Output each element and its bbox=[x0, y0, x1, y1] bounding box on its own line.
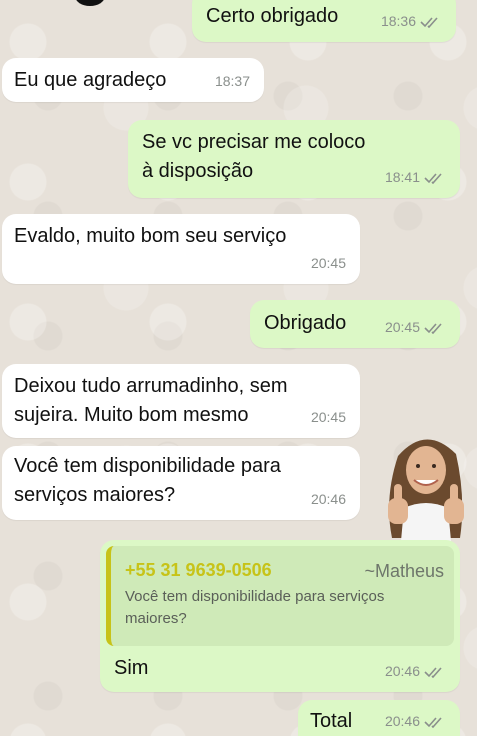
message-outgoing[interactable]: Obrigado 20:45 bbox=[250, 300, 460, 348]
quote-phone: +55 31 9639-0506 bbox=[125, 560, 272, 580]
message-meta: 20:46 bbox=[385, 657, 446, 686]
double-check-icon bbox=[424, 716, 442, 728]
message-text: Deixou tudo arrumadinho, sem sujeira. Mu… bbox=[14, 375, 288, 426]
message-outgoing-reply[interactable]: +55 31 9639-0506 ~Matheus Você tem dispo… bbox=[100, 540, 460, 692]
message-time: 20:46 bbox=[384, 713, 420, 729]
message-time: 20:45 bbox=[384, 319, 420, 335]
message-meta: 20:46 bbox=[385, 707, 446, 736]
message-meta: 20:45 bbox=[385, 313, 446, 342]
message-incoming[interactable]: Eu que agradeço 18:37 bbox=[2, 58, 264, 102]
message-outgoing[interactable]: Total 20:46 bbox=[298, 700, 460, 736]
double-check-icon bbox=[424, 172, 442, 184]
message-meta: 18:37 bbox=[215, 67, 250, 96]
message-time: 20:45 bbox=[310, 409, 346, 425]
message-text: Sim bbox=[114, 657, 149, 679]
message-meta: 18:36 bbox=[381, 7, 442, 36]
message-incoming[interactable]: Evaldo, muito bom seu serviço 20:45 bbox=[2, 214, 360, 284]
double-check-icon bbox=[424, 666, 442, 678]
message-time: 20:46 bbox=[310, 491, 346, 507]
message-time: 18:36 bbox=[380, 13, 416, 29]
double-check-icon bbox=[420, 16, 438, 28]
quote-sender-name: ~Matheus bbox=[364, 561, 444, 581]
message-time: 20:45 bbox=[310, 255, 346, 271]
message-meta: 20:46 bbox=[311, 485, 346, 514]
reply-quote[interactable]: +55 31 9639-0506 ~Matheus Você tem dispo… bbox=[106, 546, 454, 646]
message-time: 20:46 bbox=[384, 663, 420, 679]
message-text: Evaldo, muito bom seu serviço bbox=[14, 225, 287, 247]
double-check-icon bbox=[424, 322, 442, 334]
message-text: Você tem disponibilidade para serviços m… bbox=[14, 455, 281, 506]
message-meta: 20:45 bbox=[311, 403, 346, 432]
message-meta: 20:45 bbox=[311, 249, 346, 278]
message-outgoing[interactable]: Certo obrigado 18:36 bbox=[192, 0, 456, 42]
message-outgoing[interactable]: Se vc precisar me coloco à disposição 18… bbox=[128, 120, 460, 198]
thumbs-up-woman-sticker[interactable] bbox=[376, 428, 476, 552]
message-time: 18:37 bbox=[214, 73, 250, 89]
message-text: Se vc precisar me coloco à disposição bbox=[142, 131, 366, 182]
quote-text: Você tem disponibilidade para serviços m… bbox=[125, 588, 385, 627]
message-incoming[interactable]: Deixou tudo arrumadinho, sem sujeira. Mu… bbox=[2, 364, 360, 438]
message-incoming[interactable]: Você tem disponibilidade para serviços m… bbox=[2, 446, 360, 520]
message-meta: 18:41 bbox=[385, 163, 446, 192]
message-time: 18:41 bbox=[384, 169, 420, 185]
